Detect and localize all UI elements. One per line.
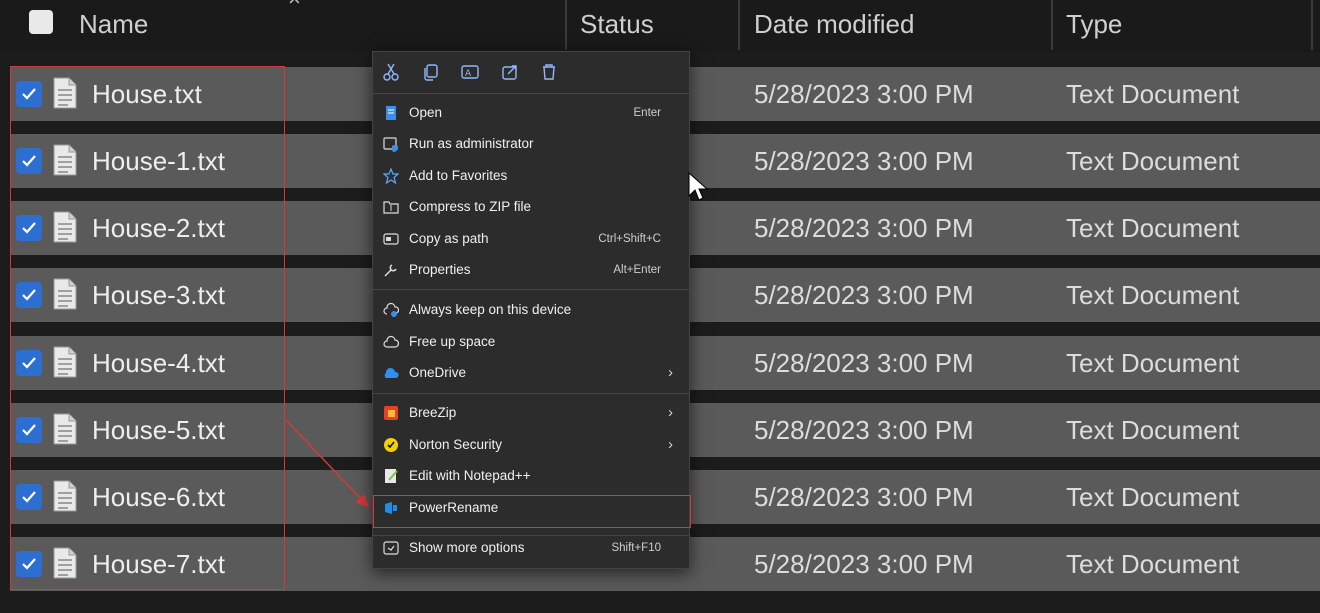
context-menu: A Open Enter Run as administrator Add to Fa… [372,51,691,569]
share-icon[interactable] [500,62,520,82]
svg-text:A: A [465,69,472,79]
cloud-outline-icon [383,335,399,348]
menu-item-shortcut: Ctrl+Shift+C [598,233,661,245]
star-icon [383,168,399,184]
menu-item-properties[interactable]: Properties Alt+Enter [373,255,689,285]
menu-item-add-to-favorites[interactable]: Add to Favorites [373,161,689,191]
menu-item-shortcut: Alt+Enter [613,264,661,276]
menu-item-label: Norton Security [409,437,503,452]
more-options-icon [383,541,399,555]
menu-item-edit-with-notepad[interactable]: Edit with Notepad++ [373,461,689,491]
zip-folder-icon [383,201,399,214]
wrench-icon [384,264,397,277]
menu-separator [373,535,689,536]
mouse-cursor-icon [688,172,708,201]
menu-item-onedrive[interactable]: OneDrive › [373,358,689,388]
menu-item-label: OneDrive [409,365,467,380]
menu-item-run-as-administrator[interactable]: Run as administrator [373,129,689,159]
menu-item-shortcut: Enter [633,107,662,119]
menu-item-label: Add to Favorites [409,168,508,183]
norton-icon [384,438,398,452]
chevron-right-icon: › [668,404,673,421]
menu-item-label: Edit with Notepad++ [409,468,531,483]
menu-item-label: Show more options [409,540,525,555]
delete-icon[interactable] [539,62,559,82]
menu-item-free-up-space[interactable]: Free up space [373,327,689,357]
notepadpp-icon [385,469,398,483]
copy-icon[interactable] [421,62,441,82]
menu-item-compress-to-zip-file[interactable]: Compress to ZIP file [373,192,689,222]
chevron-right-icon: › [668,436,673,453]
menu-item-breezip[interactable]: BreeZip › [373,398,689,428]
context-menu-toolbar: A [373,52,689,92]
menu-item-label: Copy as path [409,231,489,246]
rename-icon[interactable]: A [460,62,480,82]
chevron-right-icon: › [668,364,673,381]
menu-item-label: Properties [409,262,471,277]
menu-separator [373,289,689,290]
menu-item-shortcut: Shift+F10 [611,542,661,554]
menu-item-label: Free up space [409,334,496,349]
menu-item-label: Always keep on this device [409,302,572,317]
menu-item-label: BreeZip [409,405,457,420]
menu-item-open[interactable]: Open Enter [373,98,689,128]
powerrename-highlight-box [373,495,691,528]
menu-item-copy-as-path[interactable]: Copy as path Ctrl+Shift+C [373,224,689,254]
menu-item-label: Run as administrator [409,136,534,151]
menu-item-show-more-options[interactable]: Show more options Shift+F10 [373,533,689,563]
menu-item-norton-security[interactable]: Norton Security › [373,430,689,460]
menu-separator [373,93,689,94]
cut-icon[interactable] [381,62,401,82]
copy-path-icon [383,233,399,245]
menu-item-label: Compress to ZIP file [409,199,532,214]
menu-item-always-keep-on-this-device[interactable]: Always keep on this device [373,295,689,325]
breezip-icon [384,406,398,420]
open-icon [386,106,396,120]
menu-item-label: Open [409,105,443,120]
onedrive-icon [384,367,399,378]
menu-separator [373,393,689,394]
admin-shield-icon [383,137,398,152]
cloud-sync-icon [383,302,399,317]
